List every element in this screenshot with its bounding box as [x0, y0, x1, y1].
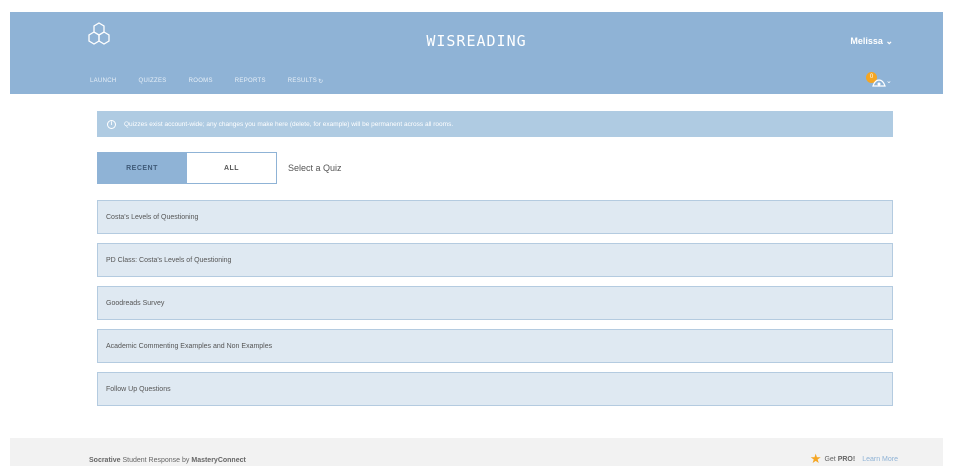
footer-middle: Student Response by [120, 457, 192, 464]
quiz-list: Costa's Levels of Questioning PD Class: … [97, 200, 893, 415]
tab-recent[interactable]: RECENT [97, 152, 187, 184]
get-label: Get [824, 455, 838, 463]
learn-more-link[interactable]: Learn More [862, 456, 898, 463]
chevron-down-icon: ⌄ [885, 36, 893, 46]
quiz-item[interactable]: Follow Up Questions [97, 372, 893, 406]
user-menu[interactable]: Melissa ⌄ [850, 36, 893, 47]
quiz-item[interactable]: PD Class: Costa's Levels of Questioning [97, 243, 893, 277]
quiz-item[interactable]: Costa's Levels of Questioning [97, 200, 893, 234]
main-nav: LAUNCH QUIZZES ROOMS REPORTS RESULTS↻ [90, 78, 323, 85]
info-banner-text: Quizzes exist account-wide; any changes … [124, 120, 454, 128]
nav-rooms[interactable]: ROOMS [189, 78, 213, 85]
notification-badge-icon [872, 79, 886, 87]
top-header: WISREADING Melissa ⌄ LAUNCH QUIZZES ROOM… [10, 12, 943, 94]
nav-results-label: RESULTS [287, 78, 318, 84]
nav-results[interactable]: RESULTS↻ [288, 78, 324, 85]
chevron-down-icon: ⌄ [886, 78, 892, 85]
app-title: WISREADING [426, 32, 527, 50]
footer-company[interactable]: MasteryConnect [191, 457, 245, 464]
footer: Socrative Student Response by MasteryCon… [10, 438, 943, 466]
user-name: Melissa [850, 36, 883, 46]
footer-brand: Socrative [89, 457, 121, 464]
info-icon: i [107, 119, 116, 129]
nav-quizzes[interactable]: QUIZZES [138, 78, 166, 85]
tab-all[interactable]: ALL [187, 152, 277, 184]
notification-menu[interactable]: 0 ⌄ [866, 72, 892, 92]
nav-reports[interactable]: REPORTS [235, 78, 266, 85]
pro-label: PRO! [837, 455, 856, 463]
get-pro-promo[interactable]: ★ Get PRO! Learn More [809, 451, 898, 466]
star-icon: ★ [809, 451, 822, 466]
select-quiz-label: Select a Quiz [288, 163, 342, 173]
footer-credit: Socrative Student Response by MasteryCon… [89, 457, 246, 464]
quiz-item[interactable]: Goodreads Survey [97, 286, 893, 320]
quiz-item[interactable]: Academic Commenting Examples and Non Exa… [97, 329, 893, 363]
quiz-tabs: RECENT ALL [97, 152, 277, 184]
info-banner: i Quizzes exist account-wide; any change… [97, 111, 893, 137]
results-refresh-icon: ↻ [318, 79, 324, 85]
nav-launch[interactable]: LAUNCH [90, 78, 116, 85]
get-pro-text: Get PRO! [824, 456, 855, 463]
